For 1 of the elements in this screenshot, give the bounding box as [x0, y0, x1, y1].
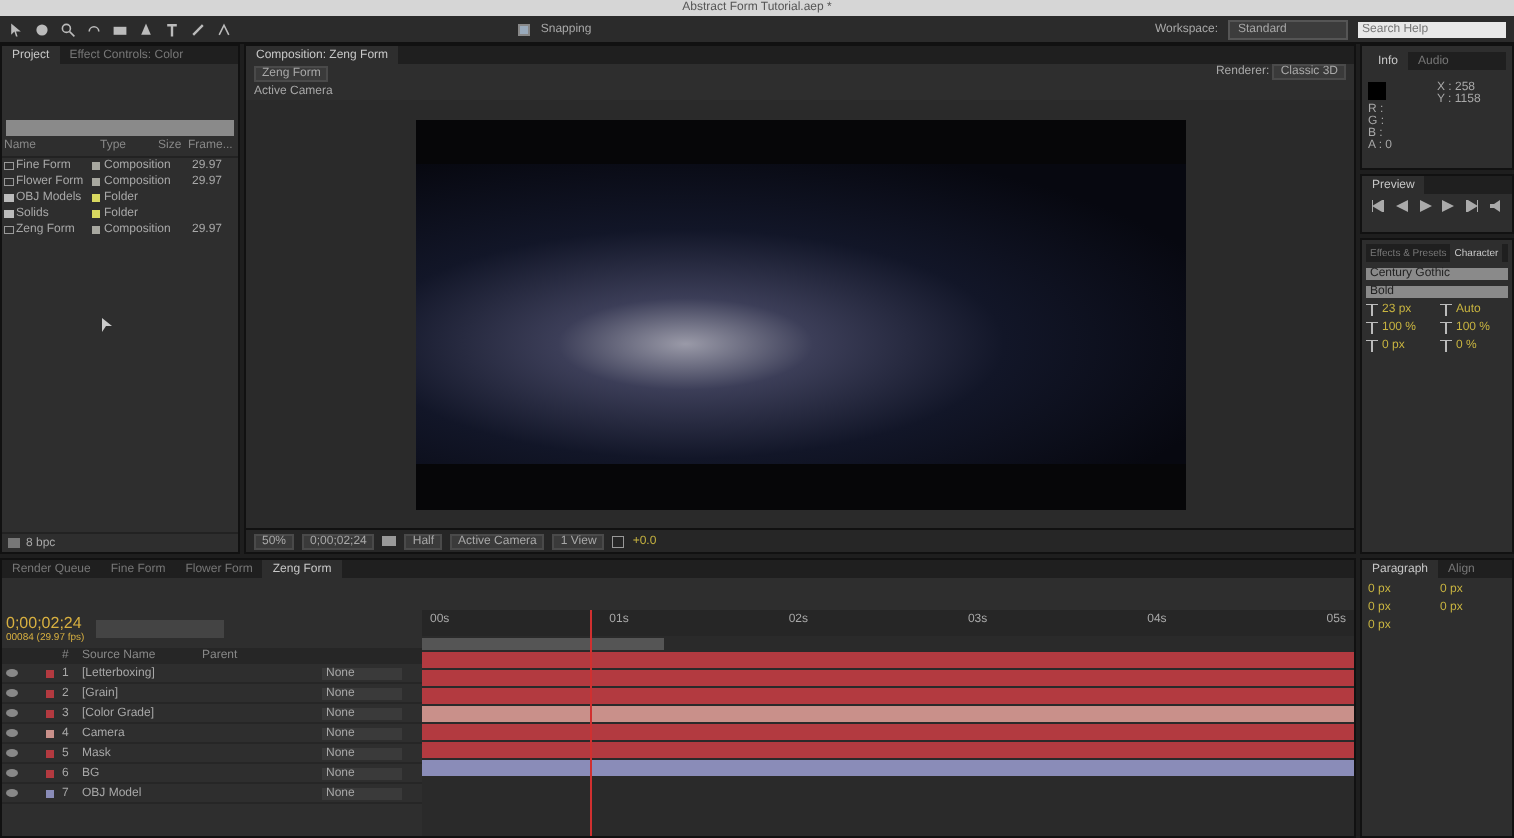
current-time-display[interactable]: 0;00;02;24: [6, 614, 85, 632]
